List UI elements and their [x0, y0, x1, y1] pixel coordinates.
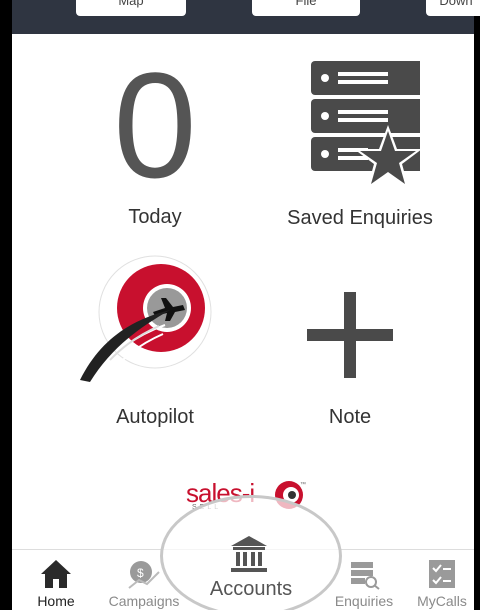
saved-enquiries-icon	[311, 61, 420, 189]
svg-text:$: $	[137, 566, 144, 580]
tab-accounts-label: Accounts	[209, 578, 293, 600]
note-label: Note	[328, 406, 372, 428]
plus-icon	[307, 292, 393, 378]
home-icon	[41, 560, 71, 588]
autopilot-icon	[80, 255, 212, 383]
tab-accounts[interactable]: Accounts	[160, 495, 342, 610]
today-tile[interactable]: 0 Today	[70, 50, 240, 240]
autopilot-tile[interactable]: Autopilot	[70, 250, 240, 440]
saved-enquiries-label: Saved Enquiries	[287, 207, 433, 229]
bank-icon	[231, 536, 267, 572]
tab-mycalls-label: MyCalls	[417, 593, 467, 609]
file-button[interactable]: File	[252, 0, 360, 16]
down-button[interactable]: Down	[426, 0, 480, 16]
saved-enquiries-tile[interactable]: Saved Enquiries	[260, 55, 460, 245]
enquiries-icon	[351, 562, 380, 590]
campaigns-icon: $	[128, 561, 160, 589]
today-count: 0	[113, 41, 197, 209]
tab-home-label: Home	[37, 593, 75, 609]
tab-home[interactable]: Home	[12, 550, 100, 610]
top-toolbar: Map File Down	[12, 0, 480, 34]
checklist-icon	[429, 560, 455, 588]
map-button[interactable]: Map	[76, 0, 186, 16]
right-edge	[474, 0, 480, 610]
svg-text:™: ™	[300, 481, 306, 488]
left-edge	[0, 0, 12, 610]
app-screen: Map File Down 0 Today Saved Enquiries Au…	[0, 0, 480, 610]
note-tile[interactable]: Note	[265, 250, 435, 440]
autopilot-label: Autopilot	[116, 406, 194, 428]
today-label: Today	[128, 206, 182, 228]
tab-mycalls[interactable]: MyCalls	[398, 550, 480, 610]
